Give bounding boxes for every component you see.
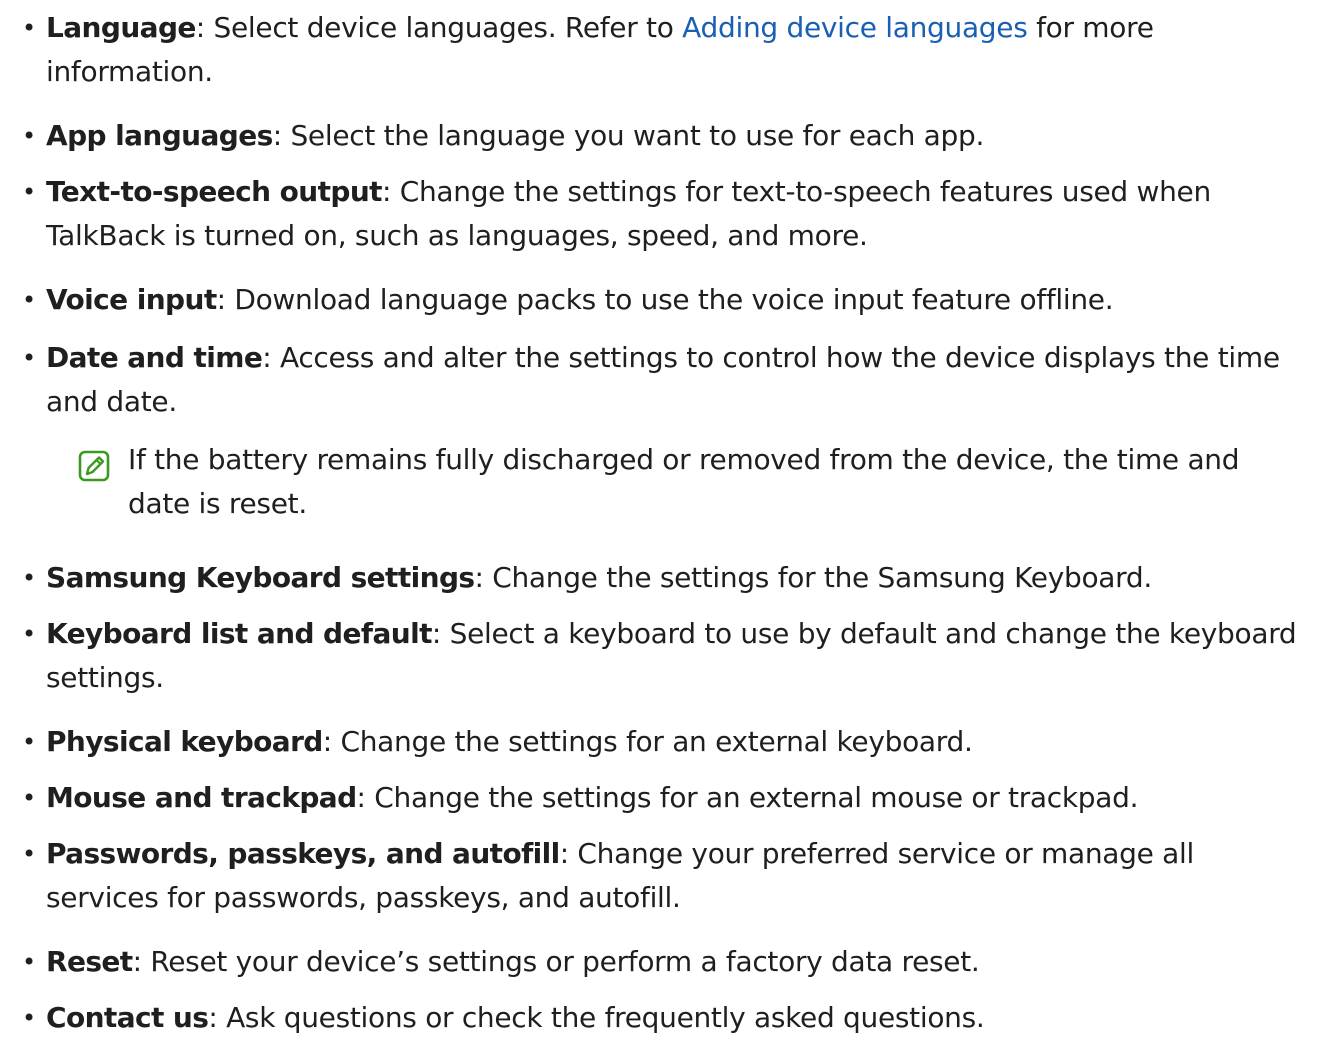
bullet: • bbox=[22, 286, 36, 314]
bullet: • bbox=[22, 620, 36, 648]
list-item-text: Language: Select device languages. Refer… bbox=[46, 11, 1154, 88]
bullet: • bbox=[22, 1004, 36, 1032]
item-term: Physical keyboard bbox=[46, 725, 323, 758]
item-term: Language bbox=[46, 11, 196, 44]
note-text: If the battery remains fully discharged … bbox=[128, 443, 1240, 520]
item-description: Download language packs to use the voice… bbox=[234, 283, 1114, 316]
note-callout: If the battery remains fully discharged … bbox=[46, 438, 1306, 528]
item-term: App languages bbox=[46, 119, 273, 152]
bullet: • bbox=[22, 344, 36, 372]
list-item-text: Text-to-speech output: Change the settin… bbox=[46, 175, 1211, 252]
list-item-text: Reset: Reset your device’s settings or p… bbox=[46, 945, 980, 978]
item-term: Passwords, passkeys, and autofill bbox=[46, 837, 560, 870]
item-term: Text-to-speech output bbox=[46, 175, 383, 208]
bullet: • bbox=[22, 564, 36, 592]
item-term: Contact us bbox=[46, 1001, 209, 1034]
item-term: Reset bbox=[46, 945, 133, 978]
list-item-text: Date and time: Access and alter the sett… bbox=[46, 341, 1280, 418]
bullet: • bbox=[22, 728, 36, 756]
bullet: • bbox=[22, 784, 36, 812]
bullet: • bbox=[22, 840, 36, 868]
settings-description-page: • Language: Select device languages. Ref… bbox=[0, 0, 1318, 1043]
item-term: Keyboard list and default bbox=[46, 617, 432, 650]
item-description: Select device languages. Refer to bbox=[213, 11, 683, 44]
item-description: Change the settings for an external mous… bbox=[374, 781, 1139, 814]
item-term: Mouse and trackpad bbox=[46, 781, 357, 814]
item-description: Ask questions or check the frequently as… bbox=[226, 1001, 985, 1034]
list-item-text: Contact us: Ask questions or check the f… bbox=[46, 1001, 985, 1034]
list-item-text: Voice input: Download language packs to … bbox=[46, 283, 1114, 316]
note-pencil-icon bbox=[78, 450, 110, 482]
item-description: Select the language you want to use for … bbox=[290, 119, 985, 152]
bullet: • bbox=[22, 122, 36, 150]
list-item-text: Samsung Keyboard settings: Change the se… bbox=[46, 561, 1152, 594]
list-item-text: Keyboard list and default: Select a keyb… bbox=[46, 617, 1297, 694]
item-description: Reset your device’s settings or perform … bbox=[150, 945, 980, 978]
adding-device-languages-link[interactable]: Adding device languages bbox=[682, 11, 1028, 44]
list-item-text: Physical keyboard: Change the settings f… bbox=[46, 725, 973, 758]
item-term: Samsung Keyboard settings bbox=[46, 561, 475, 594]
list-item-text: Mouse and trackpad: Change the settings … bbox=[46, 781, 1139, 814]
bullet: • bbox=[22, 948, 36, 976]
item-term: Date and time bbox=[46, 341, 263, 374]
item-description: Change the settings for an external keyb… bbox=[340, 725, 973, 758]
item-description: Change the settings for the Samsung Keyb… bbox=[492, 561, 1152, 594]
list-item-text: App languages: Select the language you w… bbox=[46, 119, 985, 152]
bullet: • bbox=[22, 14, 36, 42]
item-term: Voice input bbox=[46, 283, 217, 316]
bullet: • bbox=[22, 178, 36, 206]
list-item-text: Passwords, passkeys, and autofill: Chang… bbox=[46, 837, 1194, 914]
